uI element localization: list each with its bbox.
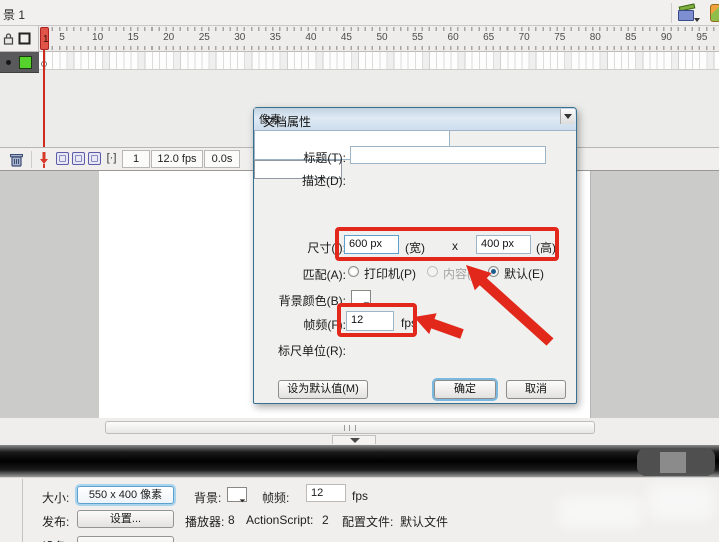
match-field-label: 匹配(A): [302, 268, 346, 282]
title-input[interactable] [350, 146, 546, 164]
framerate-input[interactable]: 12 [306, 484, 346, 502]
ruler-number: 60 [447, 32, 459, 43]
ruler-number: 90 [660, 32, 672, 43]
player-value: 8 [228, 513, 235, 527]
playhead-line [43, 50, 45, 162]
timeline-layer-header [0, 26, 39, 52]
match-printer-radio[interactable] [348, 266, 359, 277]
panel-divider [22, 479, 23, 542]
blurred-watermark [648, 484, 714, 520]
match-default-radio[interactable] [488, 266, 499, 277]
layer-outline-color-swatch[interactable] [19, 56, 32, 69]
profile-value: 默认文件 [400, 515, 449, 529]
blurred-watermark [558, 496, 642, 528]
fps-highlight-box [337, 303, 417, 337]
background-label: 背景: [194, 491, 222, 505]
ruler-number: 35 [269, 32, 281, 43]
swatch-dropdown-icon [236, 493, 246, 503]
publish-settings-button[interactable]: 设置... [77, 510, 174, 528]
clapper-base-icon [678, 10, 694, 21]
dropdown-arrow-icon[interactable] [560, 109, 575, 124]
match-printer-label[interactable]: 打印机(P) [364, 265, 416, 282]
horizontal-scrollbar[interactable] [105, 421, 595, 434]
background-color-swatch[interactable] [227, 487, 247, 503]
ruler-number: 55 [411, 32, 424, 43]
frame-rate-indicator[interactable]: 12.0 fps [151, 150, 203, 168]
ruler-number: 75 [554, 32, 566, 43]
collapsed-panel-band [0, 445, 719, 477]
ruler-number: 45 [340, 32, 352, 43]
profile-label: 配置文件: [342, 515, 394, 529]
edit-scene-icon[interactable] [678, 3, 700, 22]
fps-field-label: 帧频(F): [303, 318, 346, 332]
device-label: 设备: [42, 538, 69, 542]
size-highlight-box [335, 227, 559, 261]
status-divider [31, 151, 32, 168]
modify-onion-markers-icon[interactable]: [·] [104, 150, 119, 168]
ok-button[interactable]: 确定 [432, 378, 498, 401]
center-frame-icon[interactable] [37, 151, 51, 169]
ruler-units-value: 像素 [259, 114, 281, 126]
actionscript-value: 2 [322, 513, 329, 527]
match-contents-label: 内容(C) [443, 267, 484, 281]
playhead-marker[interactable]: 1 [40, 27, 49, 50]
ruler-number: 65 [483, 32, 495, 43]
layer-row[interactable] [0, 52, 39, 73]
ruler-number: 15 [127, 32, 139, 43]
delete-layer-trash-icon[interactable] [8, 151, 25, 168]
framerate-label: 帧频: [262, 491, 290, 505]
ruler-number: 40 [305, 32, 317, 43]
match-default-label[interactable]: 默认(E) [504, 265, 544, 282]
ruler-number: 85 [625, 32, 637, 43]
ruler-number: 95 [696, 32, 708, 43]
ruler-units-field-label: 标尺单位(R): [278, 344, 346, 358]
document-properties-dialog: 文档属性 标题(T): 描述(D): 尺寸(I): 600 px (宽) x 4… [253, 107, 577, 404]
actionscript-label: ActionScript: [246, 513, 314, 527]
document-size-button[interactable]: 550 x 400 像素 [77, 486, 174, 504]
device-settings-button[interactable] [77, 536, 174, 542]
current-frame-indicator: 1 [122, 150, 150, 168]
blurred-watermark-inner [660, 452, 686, 473]
ruler-number: 20 [163, 32, 175, 43]
ruler-number: 30 [234, 32, 246, 43]
scene-title: 景 1 [3, 8, 26, 22]
chevron-down-icon [694, 18, 700, 22]
fps-unit-label: fps [352, 489, 369, 503]
ruler-number: 80 [589, 32, 601, 43]
layer-active-dot-icon [6, 60, 11, 65]
ruler-number: 5 [59, 32, 65, 43]
ruler-ticks-bottom [39, 46, 719, 50]
match-contents-radio [427, 266, 438, 277]
make-default-button[interactable]: 设为默认值(M) [278, 380, 368, 399]
elapsed-time-indicator: 0.0s [204, 150, 240, 168]
bg-color-field-label: 背景颜色(B): [278, 294, 346, 308]
description-field-label: 描述(D): [302, 174, 346, 188]
onion-skin-icon[interactable] [56, 152, 69, 165]
ruler-number: 70 [518, 32, 530, 43]
publish-label: 发布: [42, 515, 70, 529]
edit-multiple-frames-icon[interactable] [88, 152, 101, 165]
scrollbar-grip-icon[interactable] [344, 425, 356, 431]
ruler-number: 25 [198, 32, 210, 43]
collapse-arrow-icon [350, 438, 360, 443]
ruler-number: 10 [92, 32, 104, 43]
size-field-label: 尺寸(I): [307, 241, 346, 255]
lock-column-icon[interactable] [2, 32, 15, 45]
ruler-number: 50 [376, 32, 388, 43]
size-label: 大小: [42, 491, 70, 505]
cancel-button[interactable]: 取消 [506, 380, 566, 399]
panel-collapse-tab[interactable] [332, 435, 376, 444]
outline-column-icon[interactable] [18, 32, 31, 45]
ruler-ticks-top [39, 27, 719, 31]
scene-bar [0, 0, 719, 26]
toolbar-divider [671, 3, 672, 23]
edit-symbol-icon[interactable] [710, 4, 719, 22]
playhead-frame-number: 1 [43, 34, 49, 45]
title-field-label: 标题(T): [303, 151, 346, 165]
layer-frames-row[interactable] [39, 52, 719, 70]
dialog-title-bar[interactable]: 文档属性 [254, 108, 576, 131]
timeline-ruler[interactable]: 5 10 15 20 25 30 35 40 45 50 55 60 65 70 75 80 85 90 95 [39, 26, 719, 52]
player-label: 播放器: [185, 515, 225, 529]
onion-skin-outlines-icon[interactable] [72, 152, 85, 165]
